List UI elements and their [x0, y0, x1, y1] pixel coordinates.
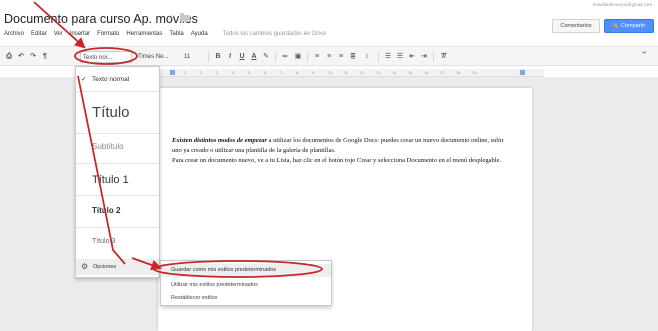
align-right-icon[interactable]: ≡	[337, 52, 345, 61]
ruler-mark: 12	[360, 70, 365, 75]
style-select[interactable]: Texto nor...	[80, 51, 132, 63]
document-body[interactable]: Existen distintos modos de empezar a uti…	[172, 136, 512, 166]
toolbar: ⎙ ↶ ↷ ¶ Texto nor... Times Ne... 11 B I …	[0, 46, 658, 66]
bulleted-list-icon[interactable]: ☰	[396, 52, 404, 61]
ruler-mark: 2	[200, 70, 203, 75]
menu-divider	[76, 133, 159, 134]
ruler-mark: 9	[312, 70, 315, 75]
save-status: Todos los cambios guardados en Drive	[222, 31, 327, 37]
paragraph-1: Existen distintos modos de empezar a uti…	[172, 136, 512, 156]
gear-icon: ⚙	[81, 262, 89, 271]
checkmark-icon: ✓	[81, 76, 87, 83]
ruler-mark: 19	[472, 70, 477, 75]
text-color-icon[interactable]: A	[250, 52, 258, 61]
toolbar-divider	[208, 52, 209, 62]
ruler-mark: 15	[408, 70, 413, 75]
print-icon[interactable]: ⎙	[5, 52, 13, 61]
redo-icon[interactable]: ↷	[29, 52, 37, 61]
chevron-right-icon: ›	[152, 264, 154, 270]
undo-icon[interactable]: ↶	[17, 52, 25, 61]
ruler-mark: 14	[392, 70, 397, 75]
align-left-icon[interactable]: ≡	[313, 52, 321, 61]
menu-archivo[interactable]: Archivo	[4, 31, 24, 41]
paragraph-1-lead: Existen distintos modos de empezar	[172, 137, 267, 144]
menu-herramientas[interactable]: Herramientas	[126, 31, 162, 41]
paragraph-2: Para crear un documento nuevo, ve a tu L…	[172, 157, 502, 164]
line-spacing-icon[interactable]: ↕	[363, 52, 371, 61]
menu-divider	[76, 227, 159, 228]
decrease-indent-icon[interactable]: ⇤	[408, 52, 416, 61]
menu-tabla[interactable]: Tabla	[169, 31, 183, 41]
font-select[interactable]: Times Ne...	[136, 51, 176, 63]
menu-formato[interactable]: Formato	[97, 31, 119, 41]
align-center-icon[interactable]: ≡	[325, 52, 333, 61]
use-default-styles-item[interactable]: Utilizar mis estilos predeterminados	[171, 282, 258, 288]
paint-format-icon[interactable]: ¶	[41, 52, 49, 61]
right-margin-marker[interactable]	[520, 70, 525, 75]
share-label: Compartir	[621, 23, 646, 29]
style-option-heading-2[interactable]: Título 2	[76, 203, 159, 219]
ruler-mark: 7	[280, 70, 283, 75]
style-option-title[interactable]: Título	[76, 101, 159, 125]
ruler-mark: 3	[216, 70, 219, 75]
ruler-mark: 5	[248, 70, 251, 75]
ruler-mark: 17	[440, 70, 445, 75]
toolbar-divider	[307, 52, 308, 62]
ruler-mark: 6	[264, 70, 267, 75]
style-dropdown-menu: ✓ Texto normal Título Subtítulo Título 1…	[75, 66, 160, 278]
underline-icon[interactable]: U	[238, 52, 246, 61]
ruler-mark: 16	[424, 70, 429, 75]
toolbar-divider	[275, 52, 276, 62]
style-option-subtitle[interactable]: Subtítulo	[76, 139, 159, 155]
toolbar-divider	[378, 52, 379, 62]
toolbar-divider	[433, 52, 434, 62]
align-justify-icon[interactable]: ≣	[349, 52, 357, 61]
ruler-mark: 18	[456, 70, 461, 75]
star-icon[interactable]: ☆	[167, 12, 176, 23]
share-button[interactable]: 🔒 Compartir	[604, 19, 654, 33]
ruler-mark: 11	[344, 70, 349, 75]
lock-icon: 🔒	[612, 23, 620, 29]
clear-formatting-icon[interactable]: T̸	[439, 52, 447, 61]
style-options-item[interactable]: ⚙ Opciones ›	[76, 259, 159, 275]
menu-divider	[76, 163, 159, 164]
comment-icon[interactable]: ▣	[294, 52, 302, 61]
menu-insertar[interactable]: Insertar	[70, 31, 90, 41]
style-option-heading-3[interactable]: Título 3	[76, 235, 159, 249]
user-email[interactable]: estudiantecursos@gmail.com	[593, 2, 652, 7]
font-size-select[interactable]: 11	[184, 51, 198, 63]
ruler-mark: 10	[328, 70, 333, 75]
save-default-styles-item[interactable]: Guardar como mis estilos predeterminados	[161, 264, 331, 277]
italic-icon[interactable]: I	[226, 52, 234, 61]
menu-bar: Archivo Editar Ver Insertar Formato Herr…	[4, 31, 326, 41]
folder-icon[interactable]	[180, 13, 190, 22]
menu-divider	[76, 195, 159, 196]
comments-button[interactable]: Comentarios	[552, 19, 600, 33]
style-option-heading-1[interactable]: Título 1	[76, 171, 159, 189]
link-icon[interactable]: ∞	[281, 52, 289, 61]
ruler-mark: 4	[232, 70, 235, 75]
bold-icon[interactable]: B	[214, 52, 222, 61]
menu-ayuda[interactable]: Ayuda	[191, 31, 208, 41]
menu-editar[interactable]: Editar	[31, 31, 47, 41]
ruler-mark: 13	[376, 70, 381, 75]
options-submenu: Guardar como mis estilos predeterminados…	[160, 260, 332, 306]
ruler-mark: 8	[296, 70, 299, 75]
header: Documento para curso Ap. moviles ☆ estud…	[0, 0, 658, 42]
menu-divider	[76, 91, 159, 92]
collapse-icon[interactable]: ⌃	[640, 50, 648, 61]
reset-styles-item[interactable]: Restablecer estilos	[171, 295, 217, 301]
ruler[interactable]: 1 2 3 4 5 6 7 8 9 10 11 12 13 14 15 16 1…	[112, 69, 544, 77]
indent-marker[interactable]	[170, 70, 175, 75]
increase-indent-icon[interactable]: ⇥	[420, 52, 428, 61]
style-option-normal-text[interactable]: ✓ Texto normal	[76, 73, 159, 87]
menu-ver[interactable]: Ver	[54, 31, 63, 41]
highlight-icon[interactable]: ✎	[262, 52, 270, 61]
ruler-mark: 1	[184, 70, 187, 75]
numbered-list-icon[interactable]: ☰	[384, 52, 392, 61]
